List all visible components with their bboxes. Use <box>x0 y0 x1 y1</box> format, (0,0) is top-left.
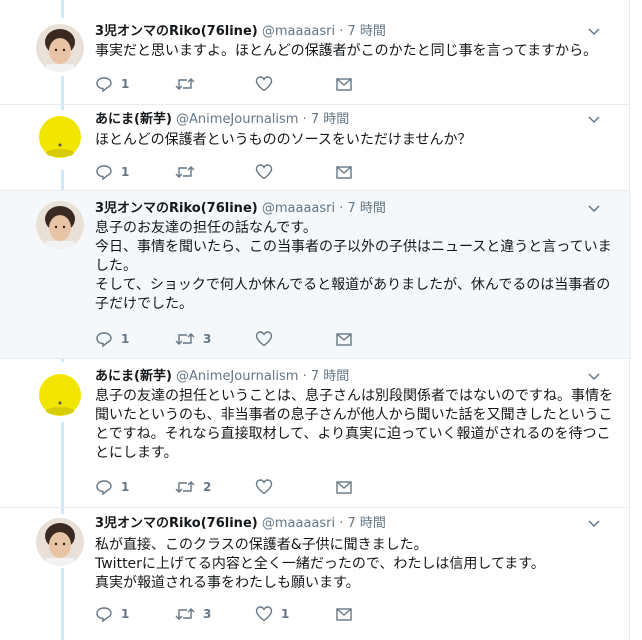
reply-button[interactable]: 1 <box>95 477 129 497</box>
reply-icon <box>96 480 112 496</box>
retweet-icon <box>175 608 195 620</box>
author-handle[interactable]: @AnimeJournalism <box>176 112 298 127</box>
chevron-down-icon[interactable] <box>588 203 600 216</box>
retweet-icon <box>175 481 195 493</box>
heart-icon <box>255 76 273 92</box>
tweet[interactable]: あにま(新芋) @AnimeJournalism · 7 時間 ほとんどの保護者… <box>0 105 630 190</box>
envelope-icon <box>336 608 352 621</box>
like-button[interactable] <box>255 477 281 497</box>
tweet-text: 事実だと思いますよ。ほとんどの保護者がこのかたと同じ事を言ってますから。 <box>95 43 598 59</box>
reply-icon <box>96 77 112 93</box>
message-button[interactable] <box>335 74 353 94</box>
tweet-header: 3児オンマのRiko(76line) @maaaasri · 7 時間 <box>95 201 386 217</box>
message-button[interactable] <box>335 162 353 182</box>
author-name[interactable]: あにま(新芋) <box>95 112 172 127</box>
retweet-count: 3 <box>203 332 212 346</box>
heart-icon <box>255 606 273 622</box>
tweet[interactable]: あにま(新芋) @AnimeJournalism · 7 時間 息子の友達の担任… <box>0 359 630 507</box>
retweet-button[interactable]: 2 <box>175 477 211 497</box>
reply-button[interactable]: 1 <box>95 329 129 349</box>
reply-count: 1 <box>121 77 130 91</box>
tweet[interactable]: 3児オンマのRiko(76line) @maaaasri · 7 時間 事実だと… <box>0 0 630 104</box>
envelope-icon <box>336 78 352 91</box>
author-handle[interactable]: @maaaasri <box>262 24 335 39</box>
yellow-ball-icon <box>36 371 84 419</box>
retweet-icon <box>175 78 195 90</box>
reply-icon <box>96 165 112 181</box>
tweet-text: 私が直接、このクラスの保護者&子供に聞きました。 Twitterに上げてる内容と… <box>95 537 545 591</box>
author-name[interactable]: 3児オンマのRiko(76line) <box>95 201 258 216</box>
avatar[interactable] <box>36 518 84 566</box>
chevron-down-icon[interactable] <box>588 518 600 531</box>
retweet-button[interactable]: 3 <box>175 329 211 349</box>
retweet-icon <box>175 333 195 345</box>
retweet-button[interactable] <box>175 162 203 182</box>
envelope-icon <box>336 166 352 179</box>
author-handle[interactable]: @maaaasri <box>262 201 335 216</box>
author-name[interactable]: あにま(新芋) <box>95 369 172 384</box>
retweet-count: 2 <box>203 480 212 494</box>
chevron-down-icon[interactable] <box>588 26 600 39</box>
tweet[interactable]: 3児オンマのRiko(76line) @maaaasri · 7 時間 私が直接… <box>0 508 630 640</box>
timestamp[interactable]: · 7 時間 <box>339 24 386 39</box>
message-button[interactable] <box>335 329 353 349</box>
author-name[interactable]: 3児オンマのRiko(76line) <box>95 516 258 531</box>
author-handle[interactable]: @AnimeJournalism <box>176 369 298 384</box>
person-photo-icon <box>36 201 84 249</box>
timestamp[interactable]: · 7 時間 <box>339 201 386 216</box>
like-button[interactable]: 1 <box>255 604 289 624</box>
like-button[interactable] <box>255 162 281 182</box>
reply-button[interactable]: 1 <box>95 74 129 94</box>
avatar[interactable] <box>36 201 84 249</box>
person-photo-icon <box>36 24 84 72</box>
scrollbar-gutter[interactable] <box>629 0 642 640</box>
chevron-down-icon[interactable] <box>588 114 600 127</box>
reply-count: 1 <box>121 607 130 621</box>
tweet-text: ほとんどの保護者というもののソースをいただけませんか？ <box>95 132 472 148</box>
retweet-icon <box>175 166 195 178</box>
author-handle[interactable]: @maaaasri <box>262 516 335 531</box>
tweet-header: あにま(新芋) @AnimeJournalism · 7 時間 <box>95 112 349 128</box>
envelope-icon <box>336 481 352 494</box>
heart-icon <box>255 331 273 347</box>
reply-count: 1 <box>121 165 130 179</box>
reply-button[interactable]: 1 <box>95 162 129 182</box>
person-photo-icon <box>36 518 84 566</box>
message-button[interactable] <box>335 604 353 624</box>
retweet-button[interactable] <box>175 74 203 94</box>
tweet-text: 息子のお友達の担任の話なんです。 今日、事情を聞いたら、この当事者の子以外の子供… <box>95 220 612 312</box>
message-button[interactable] <box>335 477 353 497</box>
tweet-header: 3児オンマのRiko(76line) @maaaasri · 7 時間 <box>95 24 386 40</box>
tweet-header: あにま(新芋) @AnimeJournalism · 7 時間 <box>95 369 349 385</box>
retweet-button[interactable]: 3 <box>175 604 211 624</box>
tweet-text: 息子の友達の担任ということは、息子さんは別段関係者ではないのですね。事情を聞いた… <box>95 388 613 461</box>
like-button[interactable] <box>255 74 281 94</box>
avatar[interactable] <box>36 24 84 72</box>
timestamp[interactable]: · 7 時間 <box>303 369 350 384</box>
reply-count: 1 <box>121 480 130 494</box>
reply-button[interactable]: 1 <box>95 604 129 624</box>
heart-icon <box>255 479 273 495</box>
timestamp[interactable]: · 7 時間 <box>339 516 386 531</box>
retweet-count: 3 <box>203 607 212 621</box>
reply-count: 1 <box>121 332 130 346</box>
reply-icon <box>96 607 112 623</box>
author-name[interactable]: 3児オンマのRiko(76line) <box>95 24 258 39</box>
tweet[interactable]: 3児オンマのRiko(76line) @maaaasri · 7 時間 息子のお… <box>0 191 630 358</box>
like-button[interactable] <box>255 329 281 349</box>
heart-icon <box>255 164 273 180</box>
tweet-header: 3児オンマのRiko(76line) @maaaasri · 7 時間 <box>95 516 386 532</box>
like-count: 1 <box>281 607 290 621</box>
timestamp[interactable]: · 7 時間 <box>303 112 350 127</box>
reply-icon <box>96 332 112 348</box>
chevron-down-icon[interactable] <box>588 371 600 384</box>
envelope-icon <box>336 333 352 346</box>
avatar[interactable] <box>36 371 84 419</box>
yellow-ball-icon <box>36 113 84 161</box>
avatar[interactable] <box>36 113 84 161</box>
